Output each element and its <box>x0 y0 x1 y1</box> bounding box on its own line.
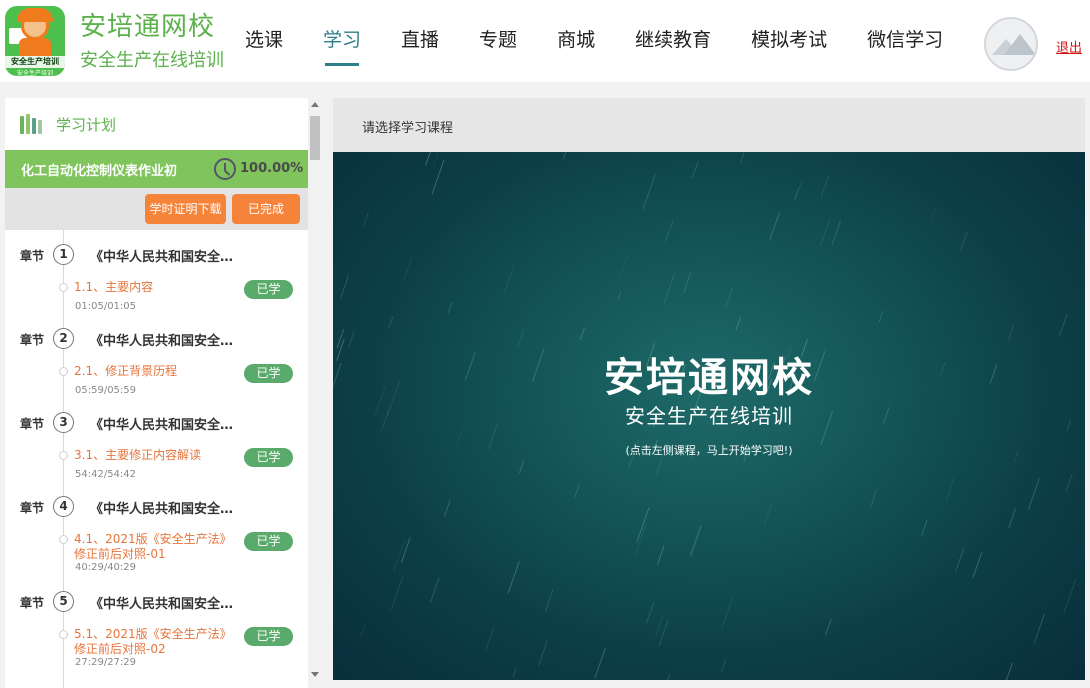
chapter-label: 章节 <box>20 333 45 347</box>
timeline-dot <box>59 367 68 376</box>
lesson-link[interactable]: 1.1、主要内容 <box>74 280 239 295</box>
logo-helmet <box>17 8 53 22</box>
completed-button[interactable]: 已完成 <box>232 194 300 224</box>
lesson-link[interactable]: 5.1、2021版《安全生产法》修正前后对照-02 <box>74 627 239 657</box>
timeline-dot <box>59 535 68 544</box>
scroll-down-arrow-icon[interactable] <box>311 672 319 677</box>
lesson-time: 01:05/01:05 <box>75 301 137 312</box>
brand-subtitle: 安全生产在线培训 <box>80 50 224 71</box>
chapter-label: 章节 <box>20 249 45 263</box>
chapter-title[interactable]: 《中华人民共和国安全生… <box>90 414 240 433</box>
logo-badge-text: 安全生产培训 <box>5 56 65 68</box>
nav-item-wechat-study[interactable]: 微信学习 <box>867 0 943 82</box>
chapter-number: 3 <box>53 412 74 433</box>
chapter-label: 章节 <box>20 501 45 515</box>
video-player-area[interactable]: 安培通网校 安全生产在线培训 (点击左侧课程，马上开始学习吧!) <box>333 152 1085 680</box>
lesson-time: 27:29/27:29 <box>75 657 137 668</box>
nav-item-mall[interactable]: 商城 <box>557 0 595 82</box>
chapter-list: 章节 1 《中华人民共和国安全生… 1.1、主要内容 01:05/01:05 已… <box>5 230 308 688</box>
learned-badge: 已学 <box>244 627 293 646</box>
timeline-dot <box>59 630 68 639</box>
site-logo[interactable]: 安全生产培训 安全生产培训 <box>5 6 65 76</box>
chapter-number: 4 <box>53 496 74 517</box>
learned-badge: 已学 <box>244 280 293 299</box>
study-plan-sidebar: 学习计划 化工自动化控制仪表作业初 100.00% 学时证明下载 已完成 章节 … <box>5 98 308 688</box>
nav-item-topics[interactable]: 专题 <box>479 0 517 82</box>
course-progress: 100.00% <box>240 161 304 176</box>
chapter-title[interactable]: 《中华人民共和国安全生… <box>90 330 240 349</box>
learned-badge: 已学 <box>244 532 293 551</box>
sidebar-scrollbar[interactable] <box>308 98 322 688</box>
course-actions: 学时证明下载 已完成 <box>5 188 308 230</box>
learned-badge: 已学 <box>244 448 293 467</box>
lesson-time: 40:29/40:29 <box>75 562 137 573</box>
logo-worker-body <box>19 38 51 56</box>
download-certificate-button[interactable]: 学时证明下载 <box>145 194 226 224</box>
nav-item-mock-exam[interactable]: 模拟考试 <box>751 0 827 82</box>
current-course-bar[interactable]: 化工自动化控制仪表作业初 100.00% <box>5 150 308 188</box>
lesson-link[interactable]: 3.1、主要修正内容解读 <box>74 448 239 463</box>
avatar-mountain-icon <box>1004 34 1036 55</box>
chapter-number: 2 <box>53 328 74 349</box>
chapter-number: 5 <box>53 591 74 612</box>
sidebar-title: 学习计划 <box>56 116 117 134</box>
clock-icon <box>214 158 236 180</box>
books-icon <box>20 114 44 134</box>
lesson-time: 05:59/05:59 <box>75 385 137 396</box>
learned-badge: 已学 <box>244 364 293 383</box>
player-header: 请选择学习课程 <box>333 98 1085 152</box>
chapter-title[interactable]: 《中华人民共和国安全生… <box>90 498 240 517</box>
select-course-prompt: 请选择学习课程 <box>362 121 454 136</box>
chapter-label: 章节 <box>20 417 45 431</box>
logout-link[interactable]: 退出 <box>1056 37 1082 56</box>
lesson-link[interactable]: 2.1、修正背景历程 <box>74 364 239 379</box>
chapter-number: 1 <box>53 244 74 265</box>
nav-item-live[interactable]: 直播 <box>401 0 439 82</box>
video-title: 安培通网校 <box>604 355 814 401</box>
nav-item-continuing-education[interactable]: 继续教育 <box>635 0 711 82</box>
scroll-up-arrow-icon[interactable] <box>311 102 319 107</box>
chapter-title[interactable]: 《中华人民共和国安全生… <box>90 246 240 265</box>
video-hint: (点击左侧课程，马上开始学习吧!) <box>625 444 793 457</box>
main-nav: 选课 学习 直播 专题 商城 继续教育 模拟考试 微信学习 <box>245 0 983 82</box>
sidebar-header: 学习计划 <box>5 98 308 150</box>
lesson-link[interactable]: 4.1、2021版《安全生产法》修正前后对照-01 <box>74 532 239 562</box>
lesson-time: 54:42/54:42 <box>75 469 137 480</box>
chapter-label: 章节 <box>20 596 45 610</box>
chapter-title[interactable]: 《中华人民共和国安全生… <box>90 593 240 612</box>
brand-title: 安培通网校 <box>80 12 216 42</box>
timeline-dot <box>59 451 68 460</box>
nav-item-study[interactable]: 学习 <box>323 0 361 82</box>
timeline-dot <box>59 283 68 292</box>
logo-sub-text: 安全生产培训 <box>16 70 53 76</box>
video-subtitle: 安全生产在线培训 <box>625 404 793 428</box>
user-avatar[interactable] <box>984 17 1038 71</box>
top-header: 安全生产培训 安全生产培训 安培通网校 安全生产在线培训 选课 学习 直播 专题… <box>0 0 1090 82</box>
course-name: 化工自动化控制仪表作业初 <box>21 164 178 179</box>
scroll-thumb[interactable] <box>310 116 320 160</box>
nav-item-select-course[interactable]: 选课 <box>245 0 283 82</box>
